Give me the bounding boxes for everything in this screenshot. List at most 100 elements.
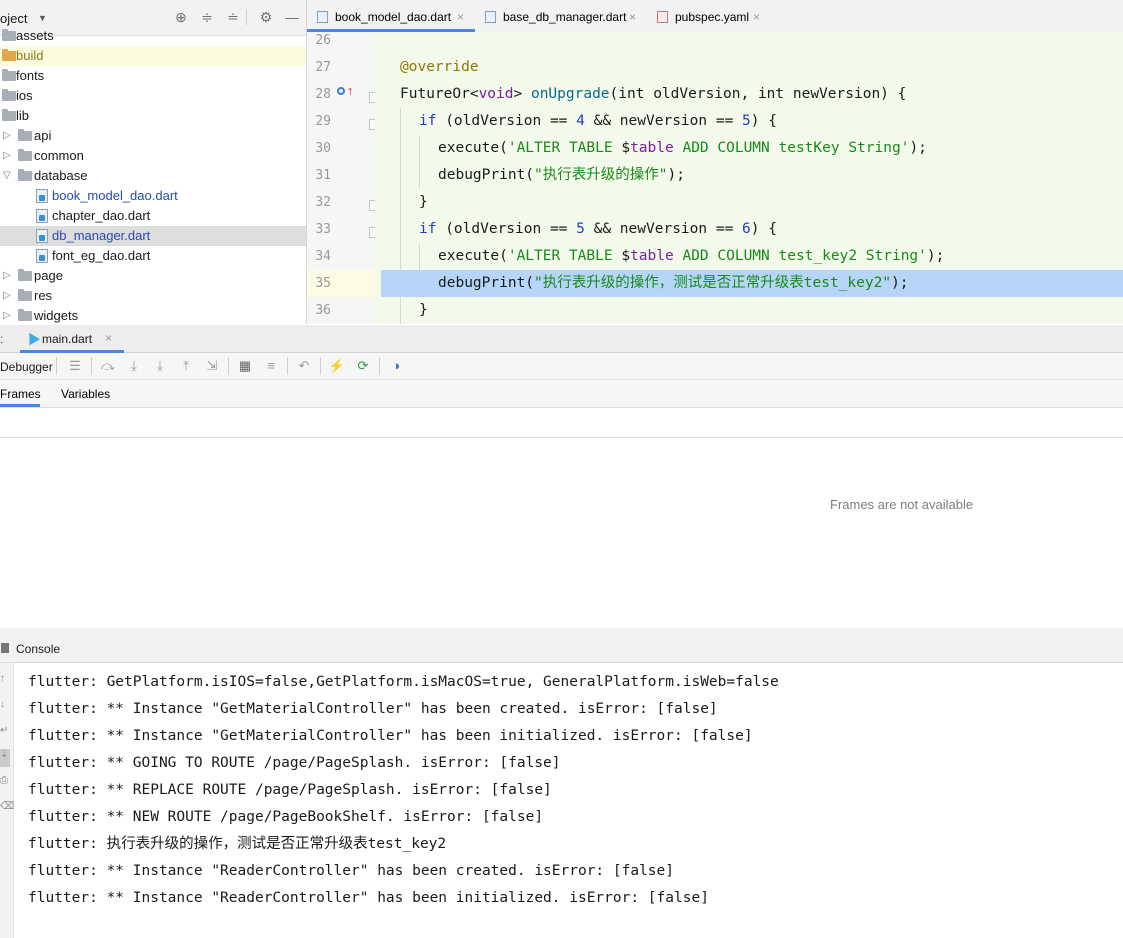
gear-icon[interactable]: ⚙ — [257, 8, 275, 26]
hot-reload-icon[interactable]: ⚡ — [328, 357, 346, 375]
close-icon[interactable]: × — [753, 0, 760, 34]
force-step-into-icon[interactable]: ⤓ — [151, 357, 169, 375]
tab-main-dart[interactable]: main.dart × — [20, 325, 124, 353]
chevron-down-icon[interactable]: ▽ — [3, 166, 11, 186]
tab-label: main.dart — [42, 332, 93, 346]
tree-item-database[interactable]: ▽ database — [0, 166, 306, 186]
tree-item-label: book_model_dao.dart — [52, 188, 178, 203]
code-line-28: FutureOr<void> onUpgrade(int oldVersion,… — [375, 81, 1123, 108]
code-token: ) { — [750, 113, 777, 129]
tree-item-chapter-dao[interactable]: chapter_dao.dart — [0, 206, 306, 226]
step-over-icon[interactable]: ⤼ — [99, 357, 117, 375]
tree-item-common[interactable]: ▷ common — [0, 146, 306, 166]
code-token: (oldVersion == — [436, 113, 577, 129]
code-token: 'ALTER TABLE — [507, 248, 622, 264]
line-number: 30 — [315, 141, 331, 156]
line-number: 33 — [315, 222, 331, 237]
restore-layout-icon[interactable]: ↶ — [295, 357, 313, 375]
line-number: 31 — [315, 168, 331, 183]
tree-item-page[interactable]: ▷ page — [0, 266, 306, 286]
project-view-title[interactable]: oject — [0, 11, 27, 26]
code-token: 5 — [576, 221, 585, 237]
hot-restart-icon[interactable]: ⟳ — [354, 357, 372, 375]
locate-icon[interactable]: ⊕ — [172, 8, 190, 26]
step-out-icon[interactable]: ⤒ — [177, 357, 195, 375]
tab-frames[interactable]: Frames — [0, 380, 41, 407]
console-line: flutter: ** Instance "ReaderController" … — [28, 890, 709, 906]
tree-item-res[interactable]: ▷ res — [0, 286, 306, 306]
trace-icon[interactable]: ≡ — [262, 357, 280, 375]
code-area[interactable]: @override FutureOr<void> onUpgrade(int o… — [375, 32, 1123, 324]
console-line: flutter: ** REPLACE ROUTE /page/PageSpla… — [28, 782, 552, 798]
tab-variables[interactable]: Variables — [61, 380, 110, 407]
chevron-right-icon[interactable]: ▷ — [3, 146, 11, 166]
code-token: 'ALTER TABLE — [507, 140, 622, 156]
down-icon[interactable]: ↓ — [0, 699, 5, 710]
code-token: } — [419, 302, 428, 318]
tab-label: pubspec.yaml — [675, 10, 750, 24]
code-token: debugPrint( — [438, 275, 535, 291]
devtools-icon[interactable]: ◑ — [387, 357, 405, 375]
frames-empty-message: Frames are not available — [830, 497, 974, 512]
code-token: $ — [621, 248, 631, 264]
tree-item-widgets[interactable]: ▷ widgets — [0, 306, 306, 324]
debugger-tab[interactable]: Debugger — [0, 360, 53, 374]
minimize-icon[interactable]: — — [283, 8, 301, 26]
step-into-icon[interactable]: ⤓ — [125, 357, 143, 375]
close-icon[interactable]: × — [457, 0, 464, 34]
chevron-right-icon[interactable]: ▷ — [3, 126, 11, 146]
tree-item-build[interactable]: build — [0, 46, 306, 66]
tree-item-db-manager[interactable]: db_manager.dart — [0, 226, 306, 246]
code-token: && newVersion == — [584, 113, 743, 129]
soft-wrap-icon[interactable]: ↵ — [0, 725, 8, 736]
tree-item-api[interactable]: ▷ api — [0, 126, 306, 146]
code-token: ); — [909, 140, 927, 156]
toolbar-separator — [56, 357, 57, 375]
code-line-34: execute('ALTER TABLE $table ADD COLUMN t… — [375, 243, 1123, 270]
tree-item-assets[interactable]: assets — [0, 26, 306, 46]
toolbar-separator — [91, 357, 92, 375]
chevron-right-icon[interactable]: ▷ — [3, 306, 11, 324]
tab-pubspec-yaml[interactable]: pubspec.yaml × — [647, 0, 773, 32]
show-execution-point-icon[interactable]: ☰ — [66, 357, 84, 375]
close-icon[interactable]: × — [629, 0, 636, 34]
tab-book-model-dao[interactable]: book_model_dao.dart × — [307, 0, 475, 32]
run-tab-bar: : main.dart × — [0, 325, 1123, 353]
chevron-down-icon[interactable]: ▼ — [38, 13, 47, 23]
tree-item-label: assets — [16, 28, 54, 43]
up-icon[interactable]: ↑ — [0, 673, 5, 684]
close-icon[interactable]: × — [105, 331, 112, 345]
console-line: flutter: ** Instance "GetMaterialControl… — [28, 701, 718, 717]
code-token: FutureOr< — [400, 86, 479, 102]
console-tab[interactable]: Console — [16, 642, 60, 656]
editor-tab-bar: book_model_dao.dart × base_db_manager.da… — [307, 0, 1123, 33]
folder-icon — [18, 289, 32, 301]
expand-all-icon[interactable]: ≑ — [198, 8, 216, 26]
override-marker-icon[interactable] — [337, 87, 345, 95]
tab-base-db-manager[interactable]: base_db_manager.dart × — [475, 0, 647, 32]
clear-icon[interactable]: ⌫ — [0, 801, 14, 812]
chevron-right-icon[interactable]: ▷ — [3, 286, 11, 306]
toolbar-separator — [320, 357, 321, 375]
tree-item-lib[interactable]: lib — [0, 106, 306, 126]
tree-item-label: chapter_dao.dart — [52, 208, 151, 223]
arrow-up-icon[interactable]: ↑ — [347, 84, 354, 97]
chevron-right-icon[interactable]: ▷ — [3, 266, 11, 286]
folder-icon — [18, 169, 32, 181]
tree-item-label: api — [34, 128, 52, 143]
code-token: execute( — [438, 140, 508, 156]
code-line-35-selected: debugPrint("执行表升级的操作，测试是否正常升级表test_key2"… — [381, 270, 1123, 297]
tree-item-fonts[interactable]: fonts — [0, 66, 306, 86]
print-icon[interactable]: ⎙ — [0, 775, 8, 786]
scroll-to-end-icon[interactable]: ⇣ — [0, 749, 10, 767]
dart-file-icon — [36, 229, 48, 243]
console-output[interactable]: flutter: GetPlatform.isIOS=false,GetPlat… — [14, 663, 1123, 938]
collapse-all-icon[interactable]: ≐ — [224, 8, 242, 26]
code-token: (oldVersion == — [436, 221, 577, 237]
tree-item-ios[interactable]: ios — [0, 86, 306, 106]
tree-item-font-eg-dao[interactable]: font_eg_dao.dart — [0, 246, 306, 266]
tab-label: base_db_manager.dart — [503, 10, 627, 24]
run-to-cursor-icon[interactable]: ⇲ — [203, 357, 221, 375]
tree-item-book-model-dao[interactable]: book_model_dao.dart — [0, 186, 306, 206]
evaluate-expression-icon[interactable]: ▦ — [236, 357, 254, 375]
